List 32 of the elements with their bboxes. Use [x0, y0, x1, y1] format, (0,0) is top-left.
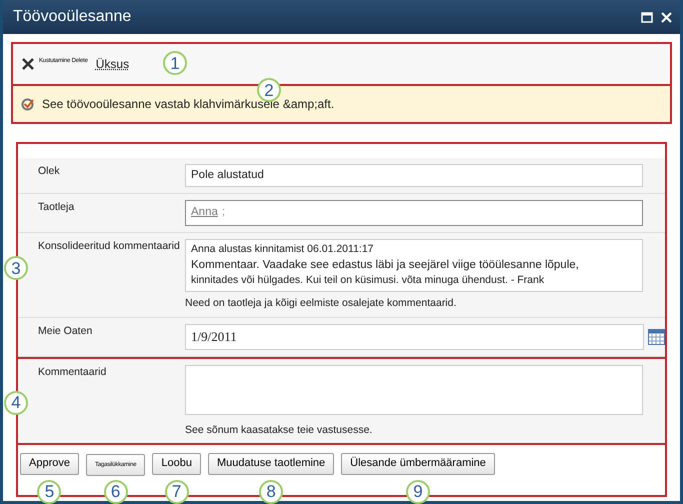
status-field[interactable]: Pole alustatud	[185, 164, 643, 188]
field-label: Konsolideeritud kommentaarid	[37, 238, 181, 254]
item-link[interactable]: Üksus	[96, 55, 130, 73]
callout-number: 9	[406, 480, 430, 504]
maximize-icon[interactable]	[641, 12, 653, 22]
field-note: See sõnum kaasatakse teie vastusesse.	[185, 422, 374, 438]
callout-number: 3	[4, 256, 28, 280]
window-title: Töövooülesanne	[13, 7, 132, 27]
task-check-icon	[21, 98, 34, 110]
close-icon[interactable]	[661, 12, 672, 22]
calendar-icon[interactable]	[648, 329, 665, 346]
field-label: Taotleja	[37, 200, 76, 216]
comments-box: Anna alustas kinnitamist 06.01.2011:17 Kommentaar. Vaadake see edastus läbi ja seejärel viige tööülesanne lõpule, kinnitades või hülgades. Kui teil on küsimusi. võta minuga ühendust. - Frank	[185, 238, 643, 292]
callout-number: 6	[104, 480, 128, 504]
date-field[interactable]: 1/9/2011	[185, 324, 644, 350]
field-label: Olek	[37, 164, 61, 179]
action-button[interactable]: Muudatuse taotlemine	[208, 452, 334, 475]
field-label: Meie Oaten	[37, 324, 94, 340]
action-button[interactable]: Loobu	[152, 452, 201, 475]
callout-number: 5	[37, 480, 62, 504]
callout-number: 4	[4, 390, 28, 415]
callout-number: 7	[164, 480, 189, 504]
field-label: Kommentaarid	[37, 364, 108, 380]
field-note: Need on taotleja ja kõigi eelmiste osalejate kommentaarid.	[185, 296, 458, 311]
callout-number: 2	[257, 78, 281, 102]
callout-number: 1	[163, 51, 187, 75]
action-button[interactable]: Approve	[20, 452, 79, 475]
callout-number: 8	[259, 480, 284, 504]
action-button[interactable]: Ülesande ümbermääramine	[341, 452, 495, 475]
close-icon	[21, 57, 35, 71]
comment-field[interactable]	[185, 364, 643, 415]
people-field[interactable]: Anna ;	[185, 200, 643, 226]
